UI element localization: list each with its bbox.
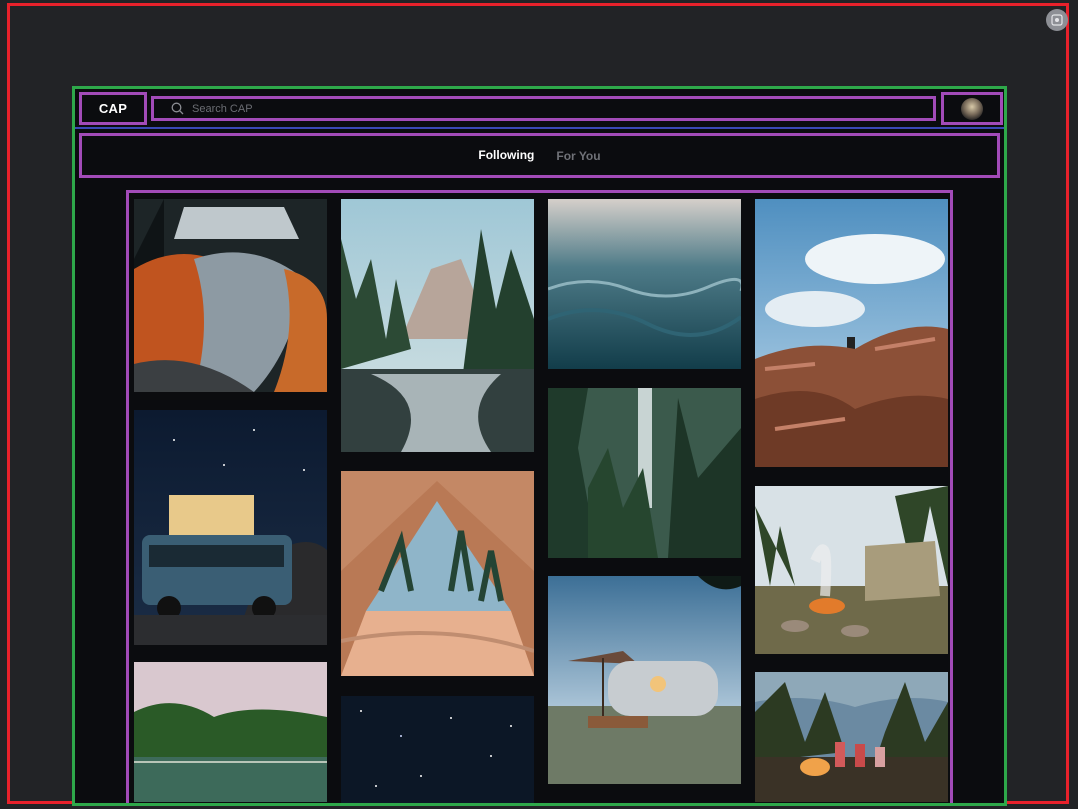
pin-image[interactable] bbox=[134, 662, 327, 802]
feed-tabs: Following For You bbox=[79, 133, 1000, 178]
screenshot-icon[interactable] bbox=[1046, 9, 1068, 31]
pin-image[interactable] bbox=[548, 199, 741, 369]
search-icon bbox=[171, 102, 185, 116]
pin-image[interactable] bbox=[134, 199, 327, 392]
pin-image[interactable] bbox=[755, 199, 948, 467]
pin-image[interactable] bbox=[755, 672, 948, 802]
top-bar: CAP Search CAP bbox=[75, 89, 1004, 127]
profile-button[interactable] bbox=[941, 92, 1003, 125]
search-bar[interactable]: Search CAP bbox=[151, 96, 936, 121]
tab-following[interactable]: Following bbox=[478, 144, 534, 168]
pin-image[interactable] bbox=[134, 410, 327, 645]
header-divider bbox=[75, 127, 1004, 129]
avatar[interactable] bbox=[961, 97, 983, 120]
image-feed bbox=[126, 190, 953, 803]
pin-image[interactable] bbox=[341, 471, 534, 676]
pin-image[interactable] bbox=[755, 486, 948, 654]
search-input[interactable]: Search CAP bbox=[192, 103, 253, 115]
pin-image[interactable] bbox=[548, 576, 741, 784]
tab-for-you[interactable]: For You bbox=[556, 145, 600, 167]
pin-image[interactable] bbox=[548, 388, 741, 558]
pin-image[interactable] bbox=[341, 199, 534, 452]
pin-image[interactable] bbox=[341, 696, 534, 803]
app-logo[interactable]: CAP bbox=[79, 92, 147, 125]
app-window: CAP Search CAP Following For You bbox=[72, 86, 1007, 806]
